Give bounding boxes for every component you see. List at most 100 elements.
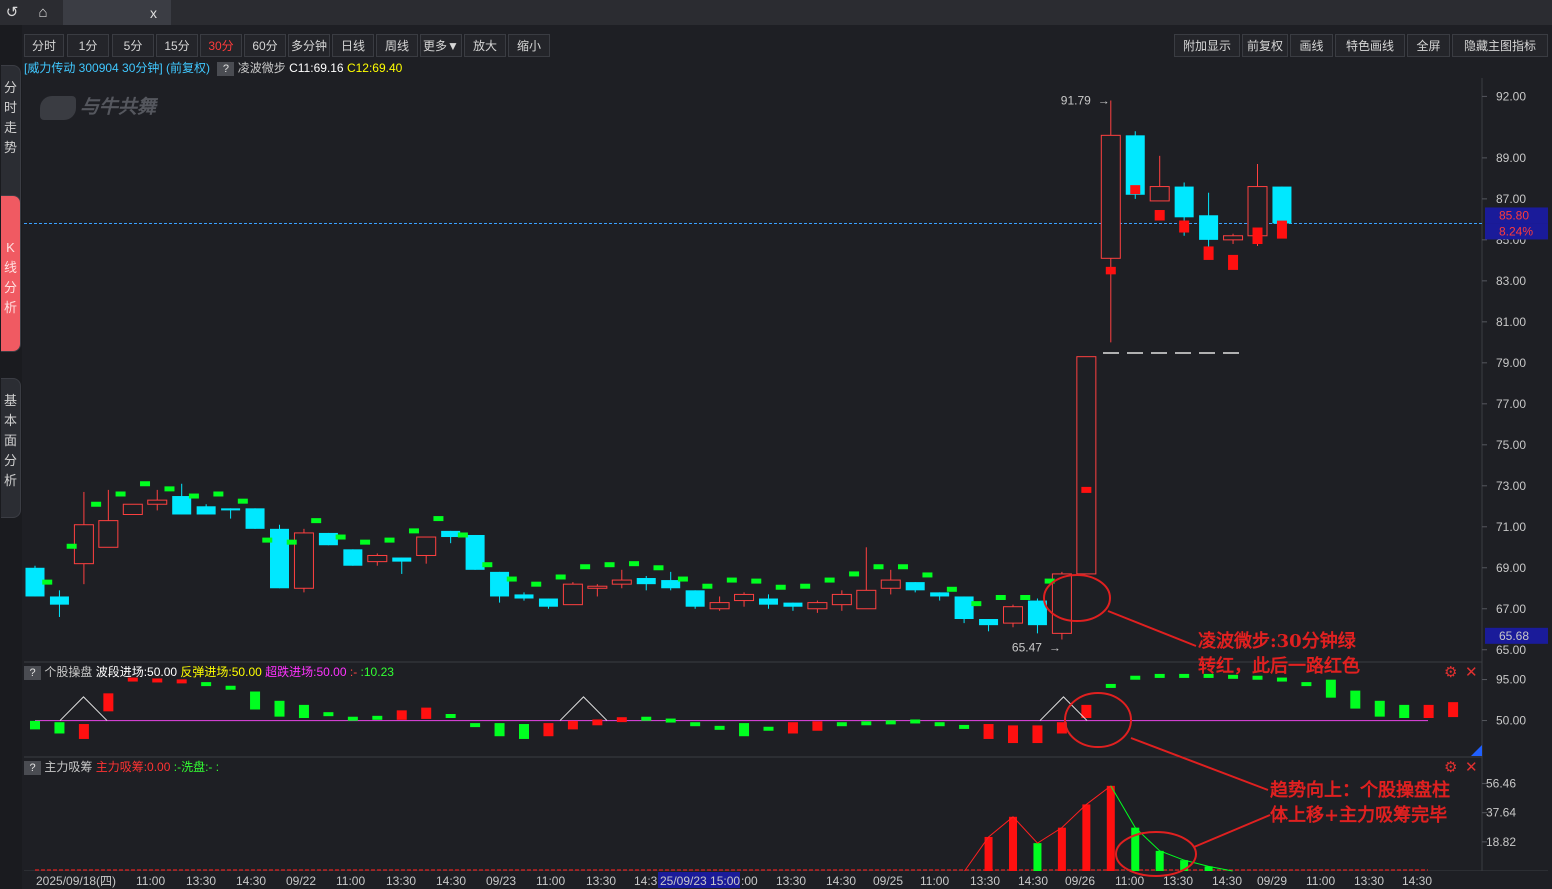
candle-body: [611, 579, 632, 585]
candle-body: [1149, 186, 1170, 202]
indicator1-bar: [959, 724, 970, 729]
period-button-5m[interactable]: 5分: [112, 34, 154, 57]
special-draw-button[interactable]: 特色画线: [1335, 34, 1405, 57]
period-button-30m[interactable]: 30分: [200, 34, 242, 57]
period-button-weekly[interactable]: 周线: [376, 34, 418, 57]
candle-body: [709, 602, 730, 610]
lbw-marker: [1081, 486, 1092, 493]
indicator1-bar: [1399, 704, 1410, 718]
indicator1-bar: [1056, 722, 1067, 734]
lbw-marker: [1130, 185, 1141, 195]
indicator1-bar: [885, 720, 896, 725]
annotation-circle: [1064, 692, 1132, 748]
candle-body: [1051, 573, 1072, 634]
time-axis-label: :00: [741, 874, 758, 888]
back-icon[interactable]: ↺: [0, 2, 24, 23]
indicator1-bar: [30, 720, 40, 730]
candle-body: [270, 528, 289, 589]
lbw-marker: [1154, 210, 1165, 221]
indicator2-close-icon[interactable]: ✕: [1465, 758, 1478, 776]
current-price-value: 85.80: [1499, 208, 1529, 222]
help-icon[interactable]: ?: [24, 760, 41, 775]
price-tick-label: 92.00: [1496, 89, 1526, 103]
lbw-marker: [482, 562, 493, 568]
lbw-marker: [91, 501, 102, 507]
candle-body: [661, 580, 681, 589]
indicator1-settings-icon[interactable]: ⚙: [1444, 663, 1457, 681]
nav-tab-fundamentals[interactable]: 基本面分析: [1, 378, 21, 518]
tab-close-icon[interactable]: x: [150, 0, 164, 25]
period-button-1m[interactable]: 1分: [67, 34, 109, 57]
extra-display-button[interactable]: 附加显示: [1174, 34, 1240, 57]
time-axis-label: 13:30: [970, 874, 1000, 888]
current-change-badge: [1485, 223, 1548, 240]
indicator1-bar: [1301, 682, 1312, 687]
period-button-daily[interactable]: 日线: [332, 34, 374, 57]
nav-tab-label: 基本面分析: [3, 393, 17, 488]
annotation-circle: [1043, 574, 1111, 622]
indicator1-bar: [787, 722, 798, 734]
more-dropdown-button[interactable]: 更多▼: [420, 34, 462, 57]
time-axis-label: 14:3: [634, 874, 658, 888]
time-axis-label: 13:30: [1354, 874, 1384, 888]
crosshair-time-badge: [658, 872, 740, 888]
nav-tab-label: K线分析: [3, 240, 17, 315]
indicator1-bar: [1081, 704, 1092, 718]
kline-chart[interactable]: 91.79 → 65.47 → 92.00 89.00 87.00 85.00 83.00 81…: [0, 0, 1552, 889]
indicator2-param-2: :-洗盘:-: [173, 760, 213, 774]
low-price-label: 65.47: [1012, 641, 1042, 655]
price-tick-label: 77.00: [1496, 397, 1526, 411]
candle-body: [1125, 135, 1145, 195]
lbw-marker: [1276, 220, 1287, 239]
indicator1-bar: [616, 717, 627, 723]
period-button-intraday[interactable]: 分时: [24, 34, 64, 57]
help-icon[interactable]: ?: [217, 61, 235, 76]
candle-body: [685, 590, 705, 607]
indicator1-bar: [665, 718, 676, 723]
candle-body: [783, 602, 803, 607]
indicator1-bar: [543, 723, 554, 737]
indicator2-settings-icon[interactable]: ⚙: [1444, 758, 1457, 776]
indicator1-name[interactable]: 个股操盘: [44, 665, 92, 679]
candle-body: [636, 578, 656, 585]
lbw-marker: [164, 486, 175, 492]
help-icon[interactable]: ?: [24, 665, 41, 680]
candle-body: [759, 598, 778, 605]
candle-body: [1076, 356, 1097, 575]
fullscreen-button[interactable]: 全屏: [1407, 34, 1450, 57]
candle-body: [416, 536, 437, 556]
candle-body: [98, 520, 119, 548]
candle-body: [979, 619, 999, 626]
price-tick-label: 73.00: [1496, 479, 1526, 493]
zoom-out-button[interactable]: 缩小: [508, 34, 550, 57]
candle-body: [1272, 186, 1292, 224]
zoom-in-button[interactable]: 放大: [464, 34, 506, 57]
indicator2-bar: [1155, 850, 1164, 871]
annotation-note-2-line-2: 体上移+主力吸筹完毕: [1270, 805, 1448, 826]
draw-line-button[interactable]: 画线: [1290, 34, 1333, 57]
nav-tab-intraday[interactable]: 分时走势: [1, 65, 21, 209]
period-button-15m[interactable]: 15分: [156, 34, 198, 57]
indicator1-bar: [250, 691, 261, 710]
period-button-60m[interactable]: 60分: [244, 34, 286, 57]
home-icon[interactable]: ⌂: [31, 2, 55, 23]
time-axis-label: 11:00: [336, 874, 365, 888]
indicator1-bar: [1448, 702, 1459, 718]
indicator1-close-icon[interactable]: ✕: [1465, 663, 1478, 681]
hide-main-indicator-button[interactable]: 隐藏主图指标: [1452, 34, 1548, 57]
nav-tab-kline[interactable]: K线分析: [1, 195, 21, 352]
candle-body: [1247, 186, 1268, 237]
period-button-multi-minute[interactable]: 多分钟: [288, 34, 330, 57]
forward-adjust-button[interactable]: 前复权: [1242, 34, 1288, 57]
lbw-marker: [751, 578, 762, 584]
indicator1-bar: [225, 685, 236, 690]
time-axis-label: 11:00: [136, 874, 165, 888]
lbw-marker: [286, 539, 297, 545]
lbw-marker: [42, 579, 53, 585]
indicator1-bar: [347, 716, 358, 721]
indicator2-tick-label: 18.82: [1486, 835, 1516, 849]
indicator-name[interactable]: 凌波微步: [238, 61, 286, 75]
time-axis-label: 11:00: [536, 874, 565, 888]
lbw-marker: [237, 498, 248, 504]
indicator2-name[interactable]: 主力吸筹: [44, 760, 92, 774]
